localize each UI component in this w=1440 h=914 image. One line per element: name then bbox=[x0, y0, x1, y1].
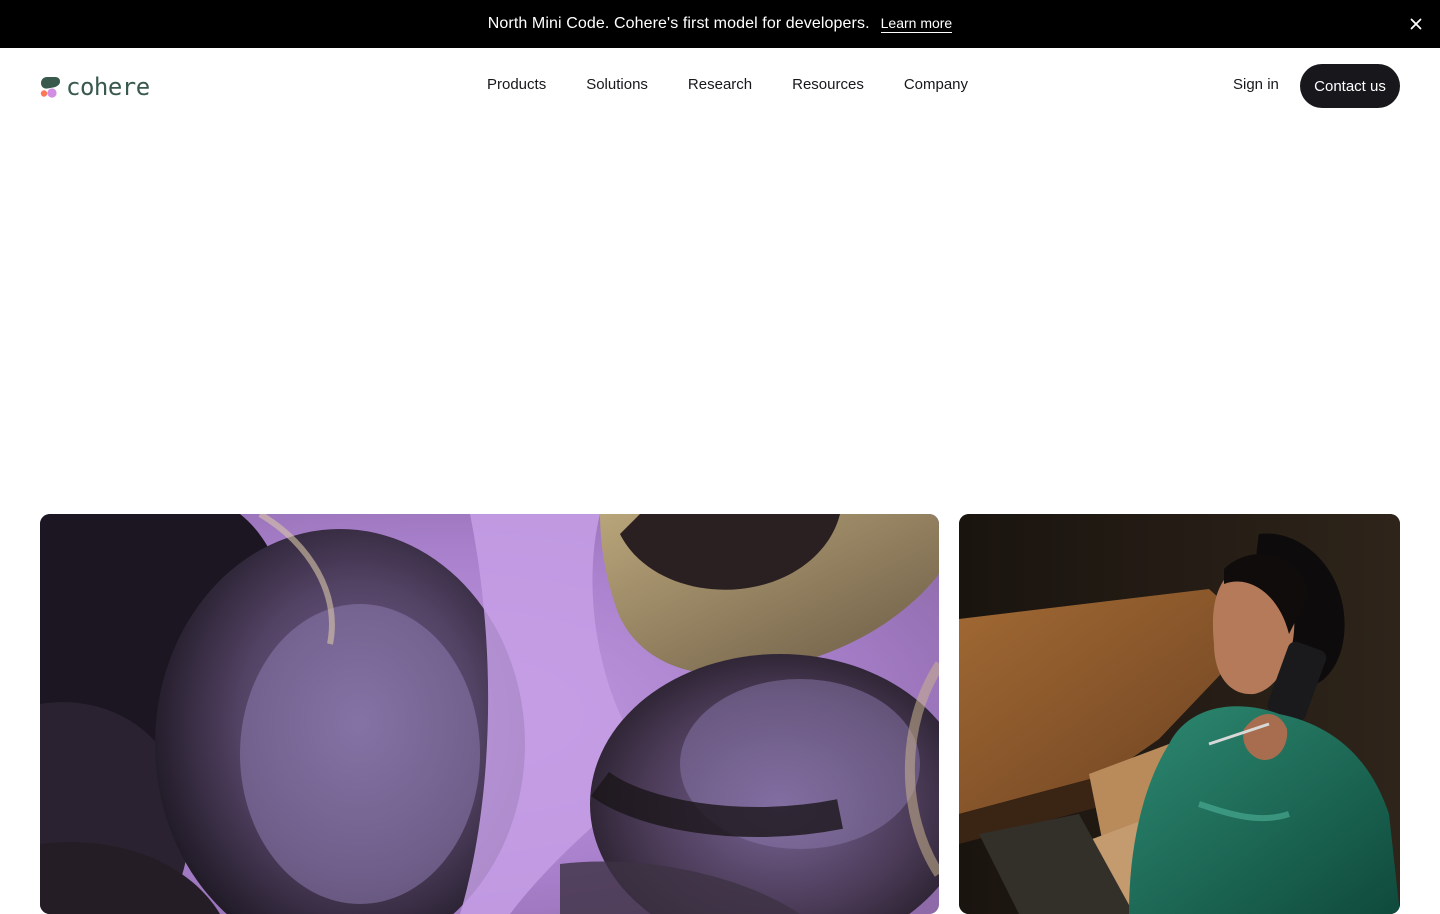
announcement-bar: North Mini Code. Cohere's first model fo… bbox=[0, 0, 1440, 48]
main-nav: Products Solutions Research Resources Co… bbox=[487, 74, 968, 96]
nav-item-solutions[interactable]: Solutions bbox=[586, 74, 648, 96]
cohere-logo-icon bbox=[40, 76, 61, 98]
nav-item-resources[interactable]: Resources bbox=[792, 74, 864, 96]
nav-item-research[interactable]: Research bbox=[688, 74, 752, 96]
sign-in-link[interactable]: Sign in bbox=[1233, 74, 1279, 96]
logo-wordmark: cohere bbox=[66, 73, 150, 101]
hero-image-photo bbox=[959, 514, 1400, 914]
site-header: cohere Products Solutions Research Resou… bbox=[0, 48, 1440, 124]
nav-item-company[interactable]: Company bbox=[904, 74, 968, 96]
hero-image-abstract bbox=[40, 514, 939, 914]
learn-more-link[interactable]: Learn more bbox=[880, 15, 953, 33]
close-icon[interactable] bbox=[1406, 14, 1426, 34]
cohere-logo[interactable]: cohere bbox=[40, 73, 150, 101]
nav-item-products[interactable]: Products bbox=[487, 74, 546, 96]
announcement-text: North Mini Code. Cohere's first model fo… bbox=[487, 15, 870, 32]
contact-us-button[interactable]: Contact us bbox=[1300, 64, 1400, 108]
